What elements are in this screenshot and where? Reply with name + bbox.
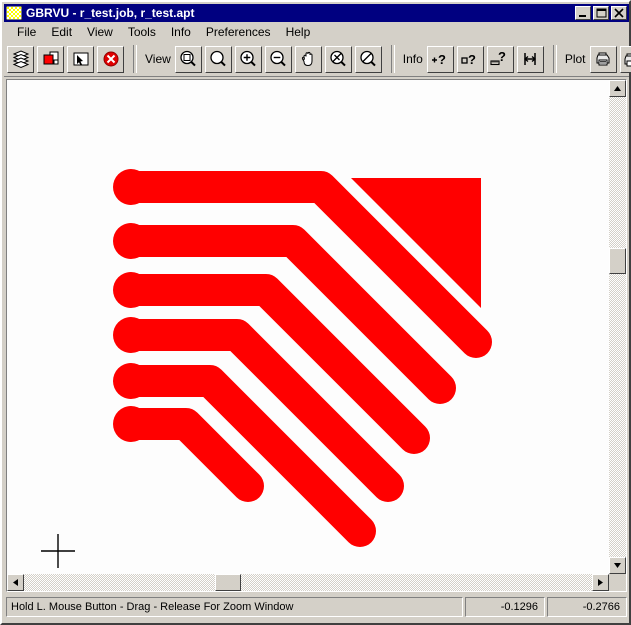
drawing-area[interactable]: [7, 80, 609, 574]
pad-5: [113, 363, 149, 399]
toolbar-info-group: Info ? ? ?: [398, 43, 550, 76]
zoom-redraw-icon: [358, 49, 378, 69]
zoom-out-icon: [268, 49, 288, 69]
zoom-window-button[interactable]: [174, 45, 202, 73]
toolbar-separator-3: [552, 45, 557, 73]
object-query-icon: ?: [459, 49, 481, 69]
scroll-left-button[interactable]: [7, 574, 24, 591]
print-color-button[interactable]: [619, 45, 631, 73]
pad-2: [113, 223, 149, 259]
menu-bar: File Edit View Tools Info Preferences He…: [4, 22, 629, 42]
select-button[interactable]: [67, 45, 94, 73]
color-palette-icon: [41, 49, 61, 69]
scrollbar-corner: [609, 574, 626, 591]
toolbar-file-group: [4, 43, 130, 76]
gerber-artwork: [7, 80, 609, 574]
print-button[interactable]: [589, 45, 617, 73]
status-x-coordinate: -0.1296: [465, 597, 545, 617]
vertical-scroll-thumb[interactable]: [609, 248, 626, 274]
scroll-right-button[interactable]: [592, 574, 609, 591]
info-object-button[interactable]: ?: [456, 45, 484, 73]
svg-text:?: ?: [468, 52, 476, 67]
stop-circle-icon: [101, 49, 121, 69]
minimize-button[interactable]: [575, 6, 591, 20]
select-arrow-icon: [71, 49, 91, 69]
vertical-scrollbar[interactable]: [609, 80, 626, 574]
zoom-all-icon: [208, 49, 228, 69]
svg-text:?: ?: [438, 52, 446, 67]
toolbar: View Info ? ? ? Plot: [4, 42, 631, 77]
zoom-previous-icon: [328, 49, 348, 69]
status-message: Hold L. Mouse Button - Drag - Release Fo…: [6, 597, 463, 617]
canvas-frame: [6, 79, 627, 592]
point-query-icon: ?: [429, 49, 451, 69]
status-bar: Hold L. Mouse Button - Drag - Release Fo…: [6, 597, 627, 617]
zoom-window-icon: [178, 49, 198, 69]
window-title: GBRVU - r_test.job, r_test.apt: [26, 6, 195, 20]
menu-help[interactable]: Help: [279, 23, 318, 41]
toolbar-separator-2: [390, 45, 395, 73]
horizontal-scrollbar[interactable]: [7, 574, 609, 591]
horizontal-scroll-thumb[interactable]: [215, 574, 241, 591]
zoom-in-button[interactable]: [234, 45, 262, 73]
scroll-down-button[interactable]: [609, 557, 626, 574]
scroll-up-button[interactable]: [609, 80, 626, 97]
menu-info[interactable]: Info: [164, 23, 198, 41]
menu-edit[interactable]: Edit: [44, 23, 79, 41]
colors-button[interactable]: [37, 45, 64, 73]
close-button[interactable]: [611, 6, 627, 20]
title-bar: GBRVU - r_test.job, r_test.apt: [4, 4, 629, 22]
zoom-previous-button[interactable]: [324, 45, 352, 73]
zoom-all-button[interactable]: [204, 45, 232, 73]
printer-color-icon: [622, 49, 631, 69]
zoom-in-icon: [238, 49, 258, 69]
menu-preferences[interactable]: Preferences: [199, 23, 278, 41]
hand-pan-icon: [298, 49, 318, 69]
zoom-out-button[interactable]: [264, 45, 292, 73]
menu-tools[interactable]: Tools: [121, 23, 163, 41]
view-group-label: View: [145, 52, 171, 66]
maximize-button[interactable]: [593, 6, 609, 20]
pan-button[interactable]: [294, 45, 322, 73]
toolbar-separator-1: [133, 45, 137, 73]
info-point-button[interactable]: ?: [426, 45, 454, 73]
menu-view[interactable]: View: [80, 23, 120, 41]
pad-3: [113, 272, 149, 308]
pad-6: [113, 406, 149, 442]
toolbar-plot-group: Plot: [560, 43, 631, 76]
printer-icon: [593, 49, 613, 69]
application-window: GBRVU - r_test.job, r_test.apt File Edit…: [0, 0, 631, 625]
menu-file[interactable]: File: [10, 23, 43, 41]
measure-distance-button[interactable]: [516, 45, 544, 73]
scroll-up-arrow-icon: [613, 80, 622, 98]
scroll-right-arrow-icon: [596, 574, 605, 592]
scroll-down-arrow-icon: [613, 557, 622, 575]
status-y-coordinate: -0.2766: [547, 597, 627, 617]
info-group-label: Info: [402, 52, 423, 66]
toolbar-view-group: View: [140, 43, 388, 76]
plot-group-label: Plot: [564, 52, 586, 66]
layers-icon: [11, 49, 31, 69]
distance-icon: [520, 49, 540, 69]
svg-text:?: ?: [498, 49, 506, 64]
stop-button[interactable]: [97, 45, 124, 73]
info-measure-button[interactable]: ?: [486, 45, 514, 73]
pad-1: [113, 169, 149, 205]
scroll-left-arrow-icon: [11, 574, 20, 592]
measure-query-icon: ?: [489, 49, 511, 69]
pad-4: [113, 317, 149, 353]
zoom-redraw-button[interactable]: [354, 45, 382, 73]
layers-button[interactable]: [7, 45, 34, 73]
gerber-app-icon: [5, 5, 23, 21]
